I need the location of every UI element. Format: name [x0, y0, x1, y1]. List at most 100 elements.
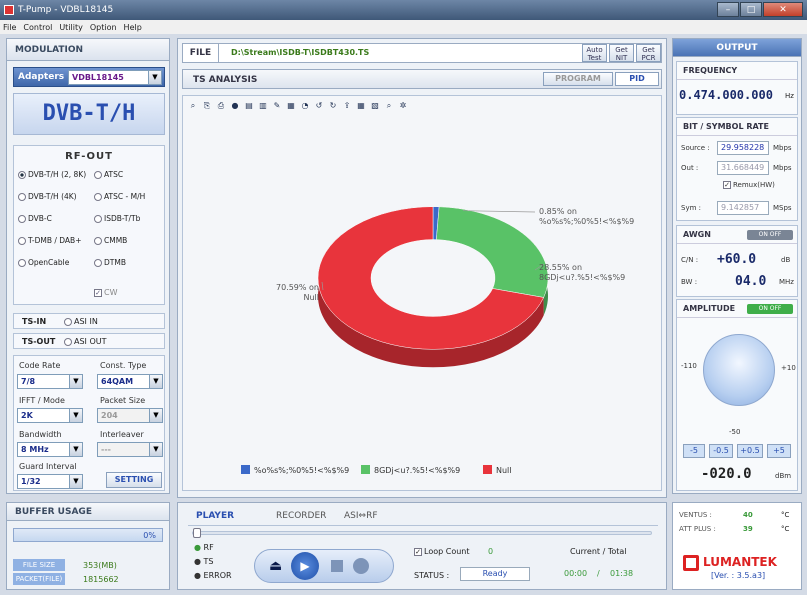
radio-icon: [18, 193, 26, 201]
tab-recorder[interactable]: RECORDER: [276, 511, 326, 521]
data-icon[interactable]: ▦: [285, 100, 297, 112]
cw-checkbox[interactable]: ✓ CW: [94, 288, 118, 297]
const-type-label: Const. Type: [100, 361, 147, 370]
adapter-select[interactable]: VDBL18145 ▼: [68, 70, 162, 85]
ifft-select[interactable]: 2K ▼: [17, 408, 83, 423]
amp-minus5-button[interactable]: -5: [683, 444, 705, 458]
guard-select[interactable]: 1/32 ▼: [17, 474, 83, 489]
file-path[interactable]: D:\Stream\ISDB-T\ISDBT430.TS: [231, 48, 369, 57]
out-label: Out :: [681, 164, 699, 172]
bandwidth-value: 8 MHz: [21, 445, 49, 454]
menu-control[interactable]: Control: [23, 23, 52, 32]
rf-option[interactable]: ATSC: [94, 170, 123, 179]
minimize-button[interactable]: –: [717, 2, 739, 17]
code-rate-label: Code Rate: [19, 361, 61, 370]
tab-program[interactable]: PROGRAM: [543, 72, 613, 86]
rf-option[interactable]: DVB-T/H (4K): [18, 192, 77, 201]
settings-icon[interactable]: ✲: [397, 100, 409, 112]
menu-help[interactable]: Help: [124, 23, 142, 32]
asiout-radio[interactable]: ASI OUT: [64, 337, 107, 346]
stop-button[interactable]: [331, 560, 343, 572]
chart-icon[interactable]: ▥: [257, 100, 269, 112]
rf-option[interactable]: T-DMB / DAB+: [18, 236, 82, 245]
frequency-value[interactable]: 0.474.000.000: [679, 88, 773, 102]
amplitude-dial[interactable]: [703, 334, 775, 406]
style-icon[interactable]: ▤: [243, 100, 255, 112]
color-icon[interactable]: ●: [229, 100, 241, 112]
amp-plus05-button[interactable]: +0.5: [737, 444, 763, 458]
maximize-button[interactable]: □: [740, 2, 762, 17]
pie-icon[interactable]: ◔: [299, 100, 311, 112]
setting-button[interactable]: SETTING: [106, 472, 162, 488]
rf-option[interactable]: CMMB: [94, 236, 127, 245]
rf-option-label: ATSC - M/H: [104, 192, 146, 201]
buffer-bar: 0%: [13, 528, 163, 542]
source-value: 29.958228: [717, 141, 769, 155]
get-pcr-button[interactable]: Get PCR: [636, 44, 661, 62]
cw-label: CW: [104, 288, 118, 297]
zoom-icon[interactable]: ⌕: [187, 100, 199, 112]
transport-controls: ⏏ ▶: [254, 549, 394, 583]
tab-pid[interactable]: PID: [615, 72, 659, 86]
rf-option[interactable]: OpenCable: [18, 258, 69, 267]
asiin-radio[interactable]: ASI IN: [64, 317, 98, 326]
rf-option[interactable]: ISDB-T/Tb: [94, 214, 140, 223]
rf-option[interactable]: ATSC - M/H: [94, 192, 145, 201]
remux-checkbox[interactable]: ✓ Remux(HW): [723, 181, 775, 189]
rf-option[interactable]: DTMB: [94, 258, 126, 267]
progress-slider[interactable]: [192, 528, 652, 538]
amplitude-toggle[interactable]: ON OFF: [747, 304, 793, 314]
current-time: 00:00: [564, 569, 588, 578]
copy-icon[interactable]: ⎘: [201, 100, 213, 112]
record-button[interactable]: [353, 558, 369, 574]
amplitude-unit: dBm: [775, 472, 792, 480]
amp-minus05-button[interactable]: -0.5: [709, 444, 733, 458]
amplitude-value[interactable]: -020.0: [701, 466, 752, 482]
eject-button[interactable]: ⏏: [269, 558, 282, 574]
const-type-select[interactable]: 64QAM ▼: [97, 374, 163, 389]
bandwidth-select[interactable]: 8 MHz ▼: [17, 442, 83, 457]
code-rate-select[interactable]: 7/8 ▼: [17, 374, 83, 389]
rf-indicator: ● RF: [194, 543, 214, 552]
print-icon[interactable]: ⎙: [215, 100, 227, 112]
loop-checkbox[interactable]: ✓ Loop Count: [414, 547, 469, 556]
pie-slice[interactable]: [436, 206, 549, 298]
rf-option[interactable]: DVB-T/H (2, 8K): [18, 170, 86, 179]
brand-name: LUMANTEK: [703, 555, 777, 569]
bandwidth-label: Bandwidth: [19, 430, 62, 439]
rf-option-label: DVB-T/H (2, 8K): [28, 170, 87, 179]
export-icon[interactable]: ⇪: [341, 100, 353, 112]
awgn-toggle[interactable]: ON OFF: [747, 230, 793, 240]
menu-utility[interactable]: Utility: [59, 23, 83, 32]
check-icon: ✓: [94, 288, 102, 297]
auto-test-button[interactable]: Auto Test: [582, 44, 607, 62]
slider-handle[interactable]: [193, 528, 201, 538]
rotate-right-icon[interactable]: ↻: [327, 100, 339, 112]
asiout-label: ASI OUT: [74, 337, 107, 346]
rf-option[interactable]: DVB-C: [18, 214, 52, 223]
legend-swatch: [483, 465, 492, 474]
layout-icon[interactable]: ▧: [369, 100, 381, 112]
play-pause-button[interactable]: ▶: [291, 552, 319, 580]
attplus-label: ATT PLUS :: [679, 525, 716, 533]
tab-asi-rf[interactable]: ASI⇔RF: [344, 511, 378, 521]
tab-player[interactable]: PLAYER: [196, 511, 234, 521]
packet-size-label: Packet Size: [100, 396, 146, 405]
rotate-left-icon[interactable]: ↺: [313, 100, 325, 112]
file-label: FILE: [183, 44, 219, 62]
find-icon[interactable]: ⌕: [383, 100, 395, 112]
close-button[interactable]: ✕: [763, 2, 803, 17]
amp-plus5-button[interactable]: +5: [767, 444, 791, 458]
menu-file[interactable]: File: [3, 23, 16, 32]
menu-option[interactable]: Option: [90, 23, 117, 32]
bw-value[interactable]: 04.0: [735, 274, 766, 289]
pen-icon[interactable]: ✎: [271, 100, 283, 112]
rf-option-label: T-DMB / DAB+: [28, 236, 82, 245]
interleaver-select: --- ▼: [97, 442, 163, 457]
grid-icon[interactable]: ▦: [355, 100, 367, 112]
get-nit-button[interactable]: Get NIT: [609, 44, 634, 62]
packet-size-value: 204: [101, 411, 118, 420]
cn-unit: dB: [781, 256, 791, 264]
modulation-title: MODULATION: [7, 39, 169, 61]
cn-value[interactable]: +60.0: [717, 252, 756, 267]
